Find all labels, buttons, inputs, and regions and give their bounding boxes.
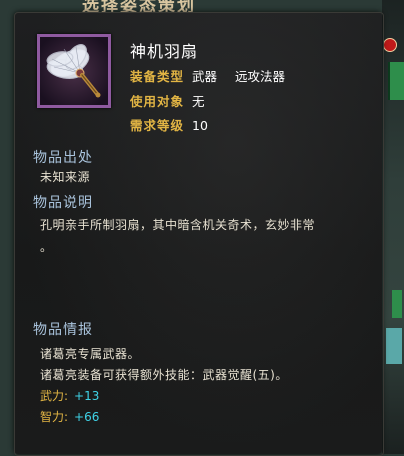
stat-row-target: 使用对象无 — [130, 91, 205, 110]
description-text: 孔明亲手所制羽扇，其中暗含机关奇术，玄妙非常 — [40, 218, 316, 232]
stat-value-secondary: 远攻法器 — [235, 69, 286, 84]
stat-value: 武器 — [192, 69, 218, 84]
section-title-description: 物品说明 — [33, 195, 93, 211]
info-text: 诸葛亮专属武器。 — [40, 347, 141, 361]
section-title-origin: 物品出处 — [33, 150, 93, 166]
stat-label: 需求等级 — [130, 118, 185, 133]
attribute-value: +13 — [74, 389, 100, 403]
feather-fan-icon — [40, 37, 108, 105]
attribute-label: 智力: — [40, 410, 69, 424]
description-text: 。 — [40, 240, 53, 254]
background-ui-strip — [382, 0, 404, 454]
section-title-info: 物品情报 — [33, 322, 93, 338]
notification-badge-icon — [383, 38, 397, 52]
stat-label: 装备类型 — [130, 69, 185, 84]
attribute-row-strength: 武力: +13 — [40, 387, 99, 404]
attribute-value: +66 — [74, 410, 100, 424]
item-icon-frame — [37, 34, 111, 108]
stat-row-level: 需求等级 10 — [130, 115, 208, 134]
stat-value: 10 — [192, 118, 208, 133]
attribute-row-intelligence: 智力: +66 — [40, 408, 99, 425]
background-cyan-tab — [386, 328, 402, 364]
stat-row-equip-type: 装备类型 武器 远攻法器 — [130, 66, 285, 85]
attribute-label: 武力: — [40, 389, 69, 403]
item-name: 神机羽扇 — [130, 42, 199, 61]
origin-text: 未知来源 — [40, 170, 91, 184]
stat-label: 使用对象 — [130, 94, 185, 109]
info-text: 诸葛亮装备可获得额外技能：武器觉醒(五)。 — [40, 368, 288, 382]
background-green-tab — [392, 290, 402, 318]
stat-value: 无 — [192, 94, 205, 109]
background-green-tab — [388, 62, 404, 100]
